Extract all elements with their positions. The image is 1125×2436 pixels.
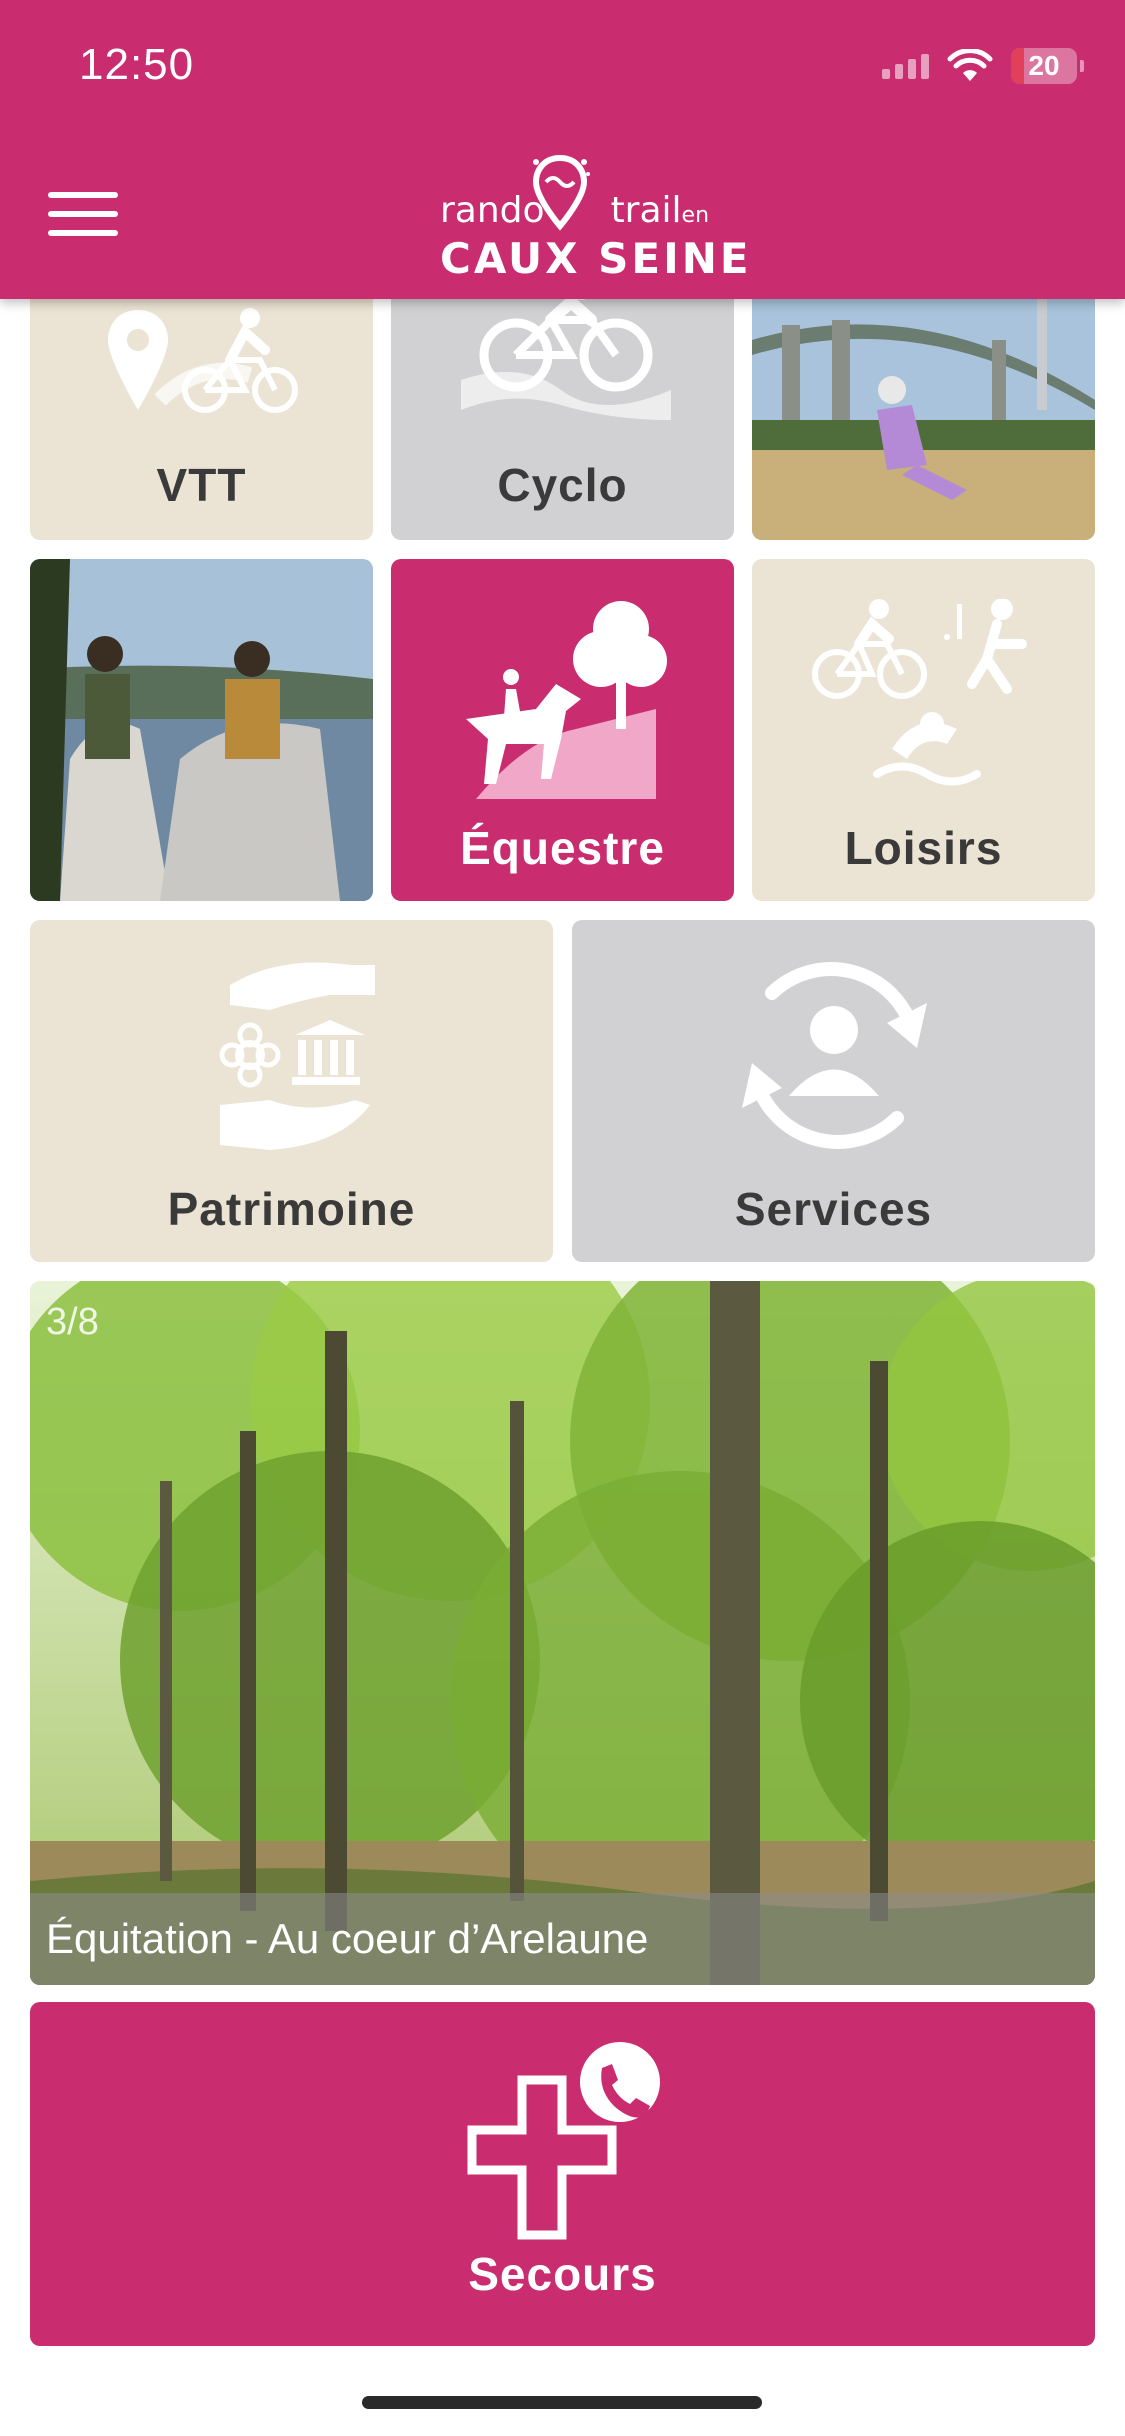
status-time: 12:50 <box>79 40 195 89</box>
horse-riders-photo[interactable] <box>30 559 373 901</box>
road-bike-icon <box>461 280 671 420</box>
loisirs-tile[interactable]: Loisirs <box>752 559 1095 901</box>
vtt-tile[interactable]: VTT <box>30 280 373 540</box>
vtt-label: VTT <box>156 459 247 511</box>
user-sync-icon <box>742 962 927 1149</box>
equestre-label: Équestre <box>460 822 665 874</box>
patrimoine-tile[interactable]: Patrimoine <box>30 920 553 1262</box>
secours-button[interactable]: Secours <box>30 2002 1095 2346</box>
loisirs-label: Loisirs <box>844 822 1003 874</box>
featured-carousel[interactable]: 3/8 Équitation - Au coeur d’Arelaune <box>30 1281 1095 1985</box>
status-icons: 20 <box>882 48 1084 84</box>
logo-text-top: rando trailen <box>440 190 710 231</box>
patrimoine-label: Patrimoine <box>167 1183 416 1235</box>
heritage-hands-icon <box>219 962 375 1150</box>
cellular-signal-icon <box>882 53 929 79</box>
home-indicator[interactable] <box>362 2396 762 2409</box>
services-tile[interactable]: Services <box>572 920 1095 1262</box>
app-header: 12:50 20 rando trailen CAUX SEINE <box>0 0 1125 299</box>
equestre-tile[interactable]: Équestre <box>391 559 734 901</box>
carousel-caption: Équitation - Au coeur d’Arelaune <box>30 1893 1095 1985</box>
battery-icon: 20 <box>1011 48 1084 84</box>
battery-percent: 20 <box>1028 50 1060 81</box>
cyclist-bridge-photo[interactable] <box>752 280 1095 540</box>
wifi-icon <box>947 49 993 81</box>
app-logo: rando trailen CAUX SEINE <box>430 152 749 283</box>
cyclo-tile[interactable]: Cyclo <box>391 280 734 540</box>
leisure-sports-icon <box>812 599 1027 786</box>
map-pin-bike-icon <box>108 308 298 413</box>
forest-photo <box>30 1281 1095 1985</box>
medical-cross-phone-icon <box>467 2042 660 2240</box>
carousel-counter: 3/8 <box>46 1301 99 1343</box>
logo-text-caux-seine: CAUX SEINE <box>440 234 752 283</box>
cyclo-label: Cyclo <box>497 459 628 511</box>
services-label: Services <box>734 1183 933 1235</box>
secours-label: Secours <box>468 2248 657 2300</box>
horse-rider-icon <box>466 601 667 799</box>
hamburger-menu-button[interactable] <box>48 192 118 242</box>
